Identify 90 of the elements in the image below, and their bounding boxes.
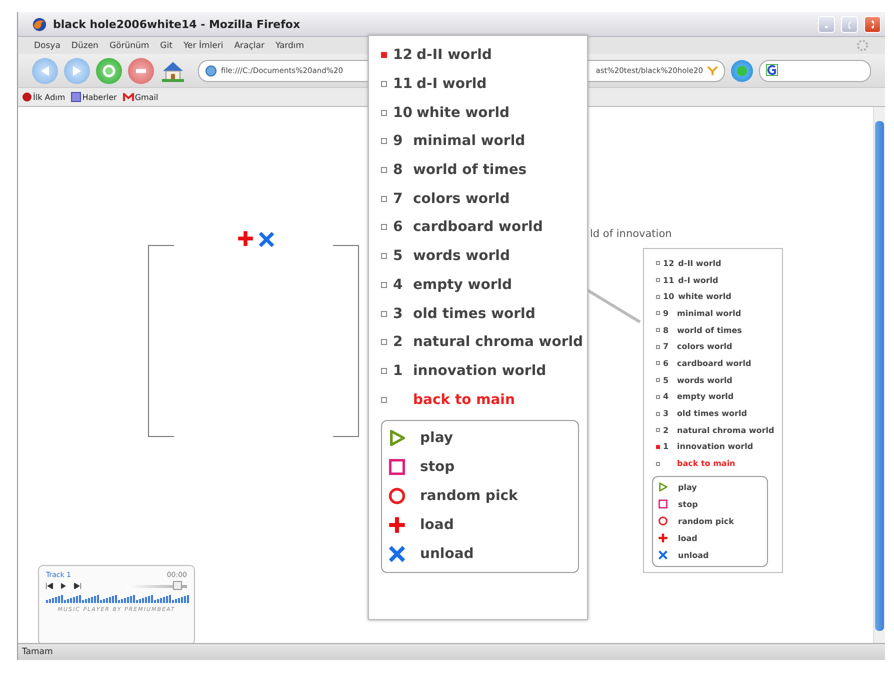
next-icon[interactable]	[74, 583, 81, 589]
scrollbar[interactable]	[873, 107, 885, 643]
plus-icon	[388, 516, 406, 534]
menu-item[interactable]: Yardım	[275, 40, 304, 50]
world-link[interactable]: 12 d-II world	[393, 47, 492, 64]
feed-icon	[707, 65, 718, 76]
stop-icon	[388, 458, 406, 476]
cross-icon	[388, 545, 406, 564]
forward-button[interactable]	[64, 58, 90, 84]
world-link[interactable]: 12 d-II world	[663, 258, 722, 268]
previous-icon[interactable]	[46, 583, 53, 589]
back-link[interactable]: back to main	[663, 459, 736, 468]
reload-icon	[102, 64, 116, 78]
search-field[interactable]	[759, 60, 871, 82]
bullet-marker	[381, 396, 387, 403]
control-link[interactable]: unload	[388, 542, 572, 567]
round-logo-icon	[22, 92, 32, 102]
world-link[interactable]: 8 world of times	[393, 162, 527, 178]
play-icon[interactable]	[61, 583, 66, 589]
fox-globe-icon	[32, 16, 47, 32]
world-link[interactable]: 6 cardboard world	[393, 219, 543, 236]
page-heading: ld of innovation	[590, 228, 672, 240]
mail-icon	[122, 92, 134, 102]
play-icon	[388, 429, 406, 448]
menu-item[interactable]: Yer İmleri	[183, 40, 224, 50]
status-text: Tamam	[22, 647, 53, 657]
world-link[interactable]: 3 old times world	[393, 306, 536, 322]
volume-thumb[interactable]	[173, 580, 182, 590]
circle-icon	[388, 487, 406, 506]
cross-icon	[258, 231, 275, 248]
close-icon	[871, 20, 874, 28]
plus-icon	[237, 230, 254, 247]
world-link[interactable]: 10 white world	[663, 292, 732, 302]
stop-icon	[658, 499, 668, 510]
menu-item[interactable]: Araçlar	[234, 40, 264, 50]
back-button[interactable]	[32, 58, 58, 84]
bookmark-link[interactable]: Gmail	[122, 92, 158, 102]
stop-button[interactable]	[128, 58, 154, 84]
menu-item[interactable]: Git	[160, 40, 172, 50]
cross-icon	[658, 550, 668, 560]
control-link[interactable]: stop	[658, 496, 762, 512]
world-link[interactable]: 10 white world	[393, 104, 510, 121]
world-link[interactable]: 1 innovation world	[393, 362, 546, 379]
world-link[interactable]: 7 colors world	[393, 190, 510, 207]
restore-icon	[848, 20, 851, 28]
control-link[interactable]: load	[658, 530, 762, 546]
control-link[interactable]: load	[388, 512, 572, 538]
control-link[interactable]: stop	[388, 454, 572, 480]
close-button[interactable]	[864, 16, 881, 32]
menu-item[interactable]: Düzen	[71, 40, 98, 50]
bookmark-link[interactable]: Haberler	[71, 92, 117, 102]
menu-item[interactable]: Görünüm	[109, 40, 150, 50]
bullet-marker	[656, 462, 660, 466]
restore-button[interactable]	[841, 16, 858, 32]
menu-item[interactable]: Dosya	[34, 40, 60, 50]
control-link[interactable]: play	[388, 426, 572, 451]
world-link[interactable]: 4 empty world	[393, 276, 512, 293]
window-title: black hole2006white14 - Mozilla Firefox	[53, 18, 302, 30]
world-link[interactable]: 3 old times world	[663, 409, 747, 418]
throbber-icon	[856, 39, 869, 52]
feed-square-icon	[71, 92, 82, 102]
go-button[interactable]	[731, 60, 753, 82]
play-icon	[658, 482, 668, 492]
world-link[interactable]: 4 empty world	[663, 392, 734, 402]
control-link[interactable]: random pick	[658, 514, 762, 529]
globe-icon	[205, 64, 217, 76]
world-link[interactable]: 9 minimal world	[663, 308, 742, 318]
world-link[interactable]: 7 colors world	[663, 342, 732, 352]
world-link[interactable]: 2 natural chroma world	[393, 334, 584, 350]
world-link[interactable]: 2 natural chroma world	[663, 426, 774, 435]
world-link[interactable]: 9 minimal world	[393, 133, 526, 150]
world-link[interactable]: 11 d-I world	[393, 76, 487, 92]
world-link[interactable]: 8 world of times	[663, 326, 742, 335]
plus-icon	[658, 533, 668, 544]
world-link[interactable]: 5 words world	[663, 376, 732, 385]
search-engine-icon	[766, 64, 780, 77]
reload-button[interactable]	[96, 58, 122, 84]
control-link[interactable]: unload	[658, 548, 762, 563]
minimize-button[interactable]	[818, 16, 835, 32]
world-link[interactable]: 6 cardboard world	[663, 358, 752, 368]
minimize-icon	[825, 26, 828, 28]
circle-icon	[658, 516, 668, 526]
back-link[interactable]: back to main	[393, 392, 515, 408]
control-link[interactable]: play	[658, 480, 762, 495]
world-link[interactable]: 1 innovation world	[663, 442, 754, 452]
world-link[interactable]: 11 d-I world	[663, 276, 718, 285]
scrollbar-thumb[interactable]	[875, 121, 884, 631]
world-link[interactable]: 5 words world	[393, 248, 510, 264]
control-link[interactable]: random pick	[388, 484, 572, 509]
bookmark-link[interactable]: İlk Adım	[22, 92, 66, 102]
